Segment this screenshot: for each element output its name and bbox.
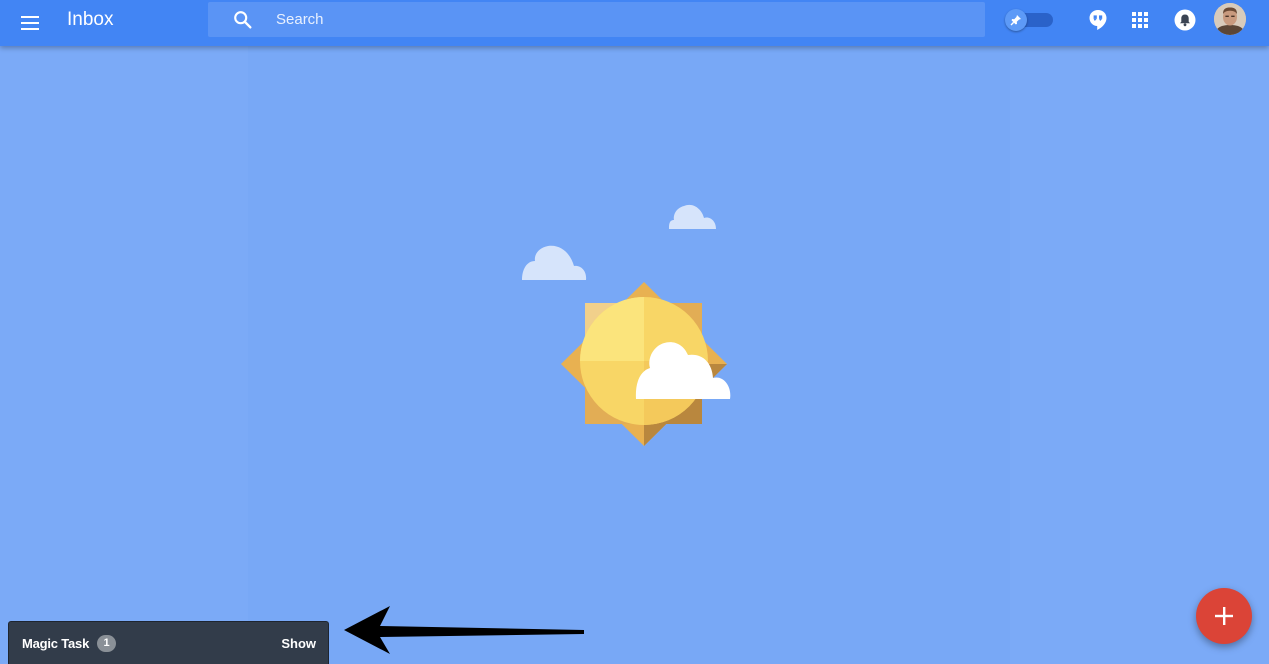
avatar[interactable] (1214, 3, 1246, 35)
apps-grid-icon[interactable] (1128, 8, 1152, 32)
search-icon[interactable] (232, 9, 254, 31)
sun-with-clouds-illustration (522, 204, 731, 446)
pin-icon (1010, 15, 1021, 26)
pin-toggle[interactable] (1005, 9, 1053, 31)
plus-icon (1215, 607, 1233, 625)
menu-icon[interactable] (19, 12, 43, 34)
app-title: Inbox (67, 9, 114, 30)
hangouts-icon[interactable] (1086, 8, 1110, 32)
arrow-annotation-icon (344, 606, 584, 654)
notifications-bell-icon[interactable] (1173, 8, 1197, 32)
magic-task-label: Magic Task (22, 636, 90, 651)
magic-task-bar[interactable]: Magic Task 1 Show (8, 621, 329, 664)
top-app-bar: Inbox (0, 0, 1269, 46)
search-input[interactable] (270, 2, 982, 37)
cloud-icon (669, 204, 716, 229)
magic-task-count-badge: 1 (97, 635, 116, 652)
compose-fab-button[interactable] (1196, 588, 1252, 644)
cloud-icon (522, 245, 587, 280)
search-box[interactable] (208, 2, 985, 37)
show-button[interactable]: Show (281, 636, 316, 651)
